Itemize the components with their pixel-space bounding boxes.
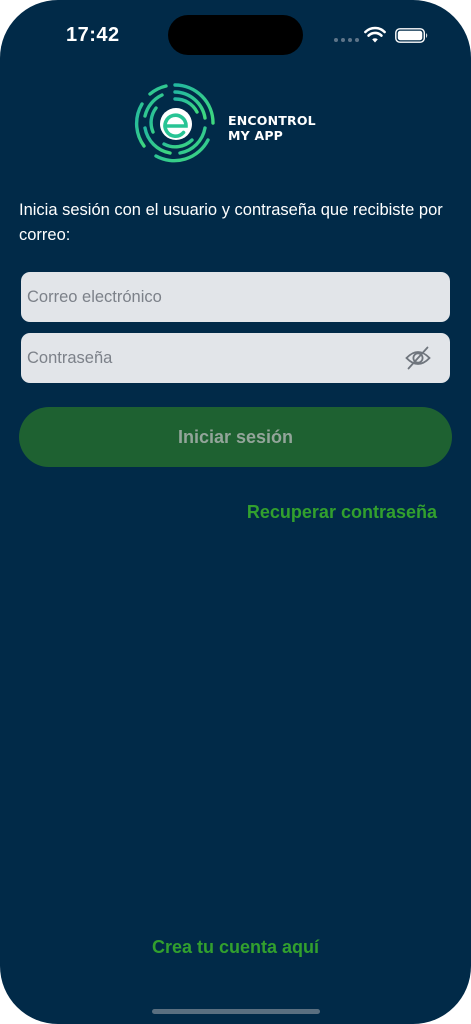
login-screen: 17:42 ENCONTROL MY APP Inicia sesión con… [0, 0, 471, 1024]
eye-slash-icon[interactable] [404, 345, 432, 371]
logo-title: ENCONTROL [228, 113, 316, 128]
home-indicator [152, 1009, 320, 1014]
status-time: 17:42 [66, 24, 120, 46]
battery-icon [395, 28, 428, 43]
email-field-container [21, 272, 450, 322]
signal-dots-icon [334, 38, 359, 42]
login-button[interactable]: Iniciar sesión [19, 407, 452, 467]
password-field[interactable] [21, 333, 450, 383]
forgot-password-link[interactable]: Recuperar contraseña [247, 502, 437, 523]
login-instructions: Inicia sesión con el usuario y contraseñ… [19, 201, 443, 244]
password-field-container [21, 333, 450, 383]
create-account-link[interactable]: Crea tu cuenta aquí [0, 937, 471, 958]
dynamic-island [168, 15, 303, 55]
email-field[interactable] [21, 272, 450, 322]
wifi-icon [364, 26, 386, 43]
logo-subtitle: MY APP [228, 128, 284, 143]
encontrol-logo-icon [134, 83, 215, 163]
